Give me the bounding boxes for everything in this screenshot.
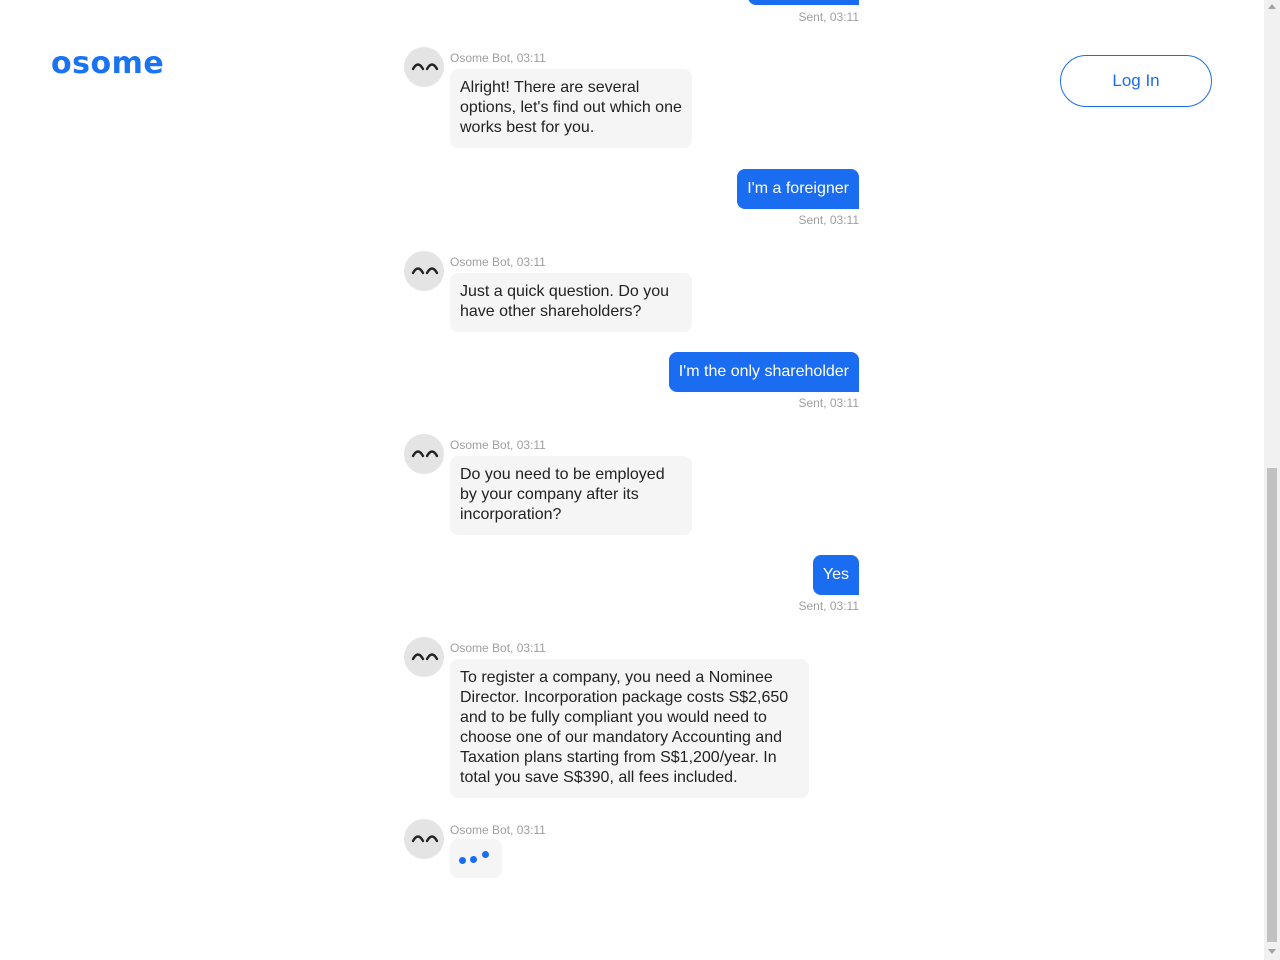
typing-dot [482,851,489,858]
typing-dot [470,856,477,863]
scroll-down-arrow-icon[interactable] [1268,949,1276,954]
bot-avatar [404,637,444,677]
typing-indicator [450,839,502,878]
bot-message: Do you need to be employed by your compa… [450,456,692,535]
scrollbar-thumb[interactable] [1267,468,1277,942]
bot-meta: Osome Bot, 03:11 [450,51,546,65]
user-message: I'm a foreigner [737,169,859,209]
user-message: I'm the only shareholder [668,352,859,392]
bot-meta: Osome Bot, 03:11 [450,255,546,269]
sleepy-face-icon [411,835,439,843]
bot-meta: Osome Bot, 03:11 [450,823,546,837]
bot-meta: Osome Bot, 03:11 [450,438,546,452]
sleepy-face-icon [411,63,439,71]
bot-avatar [404,819,444,859]
typing-dot [459,857,466,864]
sleepy-face-icon [411,450,439,458]
chat-thread: Sent, 03:11 Osome Bot, 03:11 Alright! Th… [0,0,1264,960]
bot-avatar [404,434,444,474]
sent-meta: Sent, 03:11 [798,396,860,410]
sent-meta: Sent, 03:11 [798,213,860,227]
bot-avatar [404,251,444,291]
previous-user-bubble [748,0,859,5]
bot-message: Alright! There are several options, let'… [450,69,692,148]
bot-avatar [404,47,444,87]
sent-meta: Sent, 03:11 [798,10,860,24]
sleepy-face-icon [411,267,439,275]
sent-meta: Sent, 03:11 [798,599,860,613]
user-message: Yes [812,555,859,595]
bot-message: Just a quick question. Do you have other… [450,273,692,332]
vertical-scrollbar[interactable] [1264,0,1280,960]
scroll-up-arrow-icon[interactable] [1268,4,1276,9]
bot-meta: Osome Bot, 03:11 [450,641,546,655]
bot-message: To register a company, you need a Nomine… [450,659,809,798]
sleepy-face-icon [411,653,439,661]
